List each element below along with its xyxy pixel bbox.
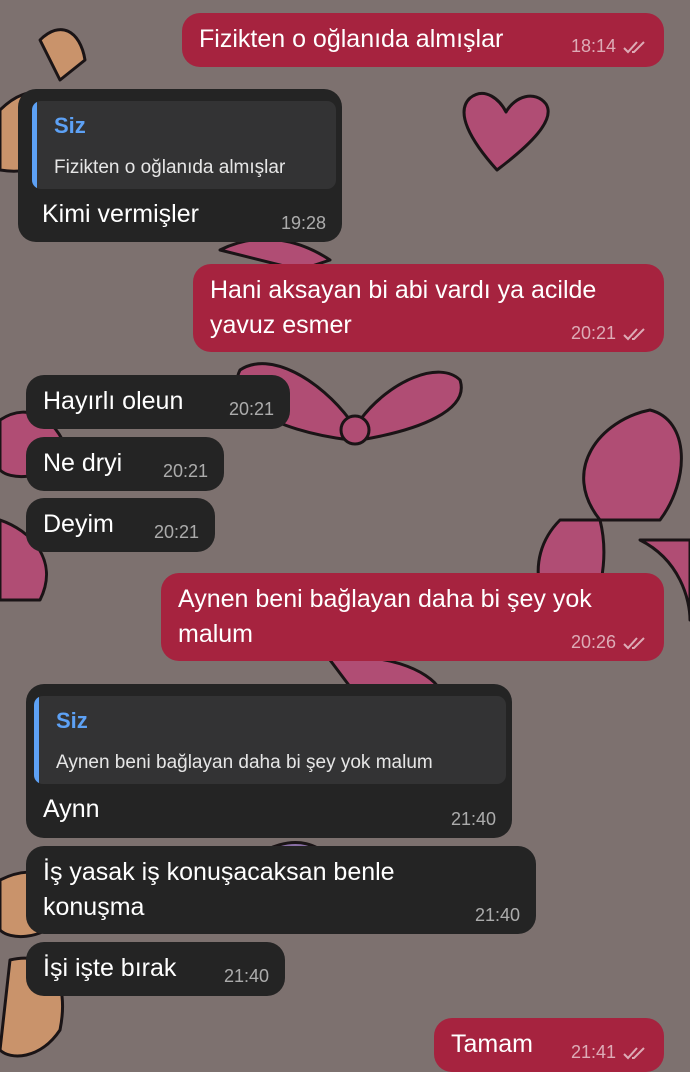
message-incoming[interactable]: Ne dryi 20:21: [26, 437, 224, 491]
reply-sender-name: Siz: [56, 708, 88, 733]
message-time: 18:14: [570, 36, 616, 56]
message-text: Hayırlı oleun: [43, 387, 184, 415]
message-meta: 20:26: [571, 632, 648, 653]
reply-text: Fizikten o oğlanıda almışlar: [54, 157, 286, 178]
message-text: İşi işte bırak: [43, 954, 177, 982]
message-incoming[interactable]: Siz Fizikten o oğlanıda almışlar Kimi ve…: [18, 89, 342, 242]
message-time: 21:40: [223, 966, 269, 986]
reply-quote[interactable]: Siz Aynen beni bağlayan daha bi şey yok …: [34, 696, 506, 784]
message-incoming[interactable]: Hayırlı oleun 20:21: [26, 375, 290, 429]
message-time: 20:21: [570, 323, 616, 343]
double-check-icon: [623, 327, 645, 340]
message-incoming[interactable]: İş yasak iş konuşacaksan benle konuşma 2…: [26, 846, 536, 934]
double-check-icon: [623, 40, 645, 53]
message-outgoing[interactable]: Aynen beni bağlayan daha bi şey yok malu…: [161, 573, 664, 661]
double-check-icon: [623, 636, 645, 649]
message-outgoing[interactable]: Fizikten o oğlanıda almışlar 18:14: [182, 13, 664, 67]
message-time: 20:21: [162, 461, 208, 481]
message-time: 21:41: [570, 1042, 616, 1062]
reply-accent-bar: [32, 101, 37, 189]
message-meta: 21:40: [475, 905, 520, 926]
message-incoming[interactable]: Siz Aynen beni bağlayan daha bi şey yok …: [26, 684, 512, 838]
message-incoming[interactable]: Deyim 20:21: [26, 498, 215, 552]
message-time: 21:40: [474, 905, 520, 925]
message-time: 20:21: [228, 399, 274, 419]
message-text: Deyim: [43, 510, 114, 538]
message-text: Kimi vermişler: [42, 200, 199, 228]
message-meta: 20:21: [229, 399, 274, 420]
message-time: 20:21: [153, 522, 199, 542]
reply-text: Aynen beni bağlayan daha bi şey yok malu…: [56, 752, 433, 773]
message-meta: 21:40: [451, 809, 496, 830]
message-meta: 20:21: [163, 461, 208, 482]
message-outgoing[interactable]: Tamam 21:41: [434, 1018, 664, 1072]
message-text-line: Aynen beni bağlayan daha bi şey yok: [178, 585, 592, 613]
message-text-line: Hani aksayan bi abi vardı ya acilde: [210, 276, 597, 304]
reply-accent-bar: [34, 696, 39, 784]
reply-quote[interactable]: Siz Fizikten o oğlanıda almışlar: [32, 101, 336, 189]
reply-sender-name: Siz: [54, 113, 86, 138]
message-meta: 18:14: [571, 36, 648, 57]
message-meta: 21:41: [571, 1042, 648, 1063]
message-meta: 20:21: [571, 323, 648, 344]
message-text: Fizikten o oğlanıda almışlar: [199, 25, 504, 53]
message-time: 21:40: [450, 809, 496, 829]
message-text-line: konuşma: [43, 893, 145, 921]
message-meta: 19:28: [281, 213, 326, 234]
message-meta: 20:21: [154, 522, 199, 543]
double-check-icon: [623, 1046, 645, 1059]
message-text: Tamam: [451, 1030, 533, 1058]
message-text: Ne dryi: [43, 449, 123, 477]
message-meta: 21:40: [224, 966, 269, 987]
message-time: 19:28: [280, 213, 326, 233]
message-text-line: İş yasak iş konuşacaksan benle: [43, 858, 395, 886]
message-time: 20:26: [570, 632, 616, 652]
message-outgoing[interactable]: Hani aksayan bi abi vardı ya acilde yavu…: [193, 264, 664, 352]
message-text: Aynn: [43, 795, 100, 823]
message-text-line: malum: [178, 620, 254, 648]
message-text-line: yavuz esmer: [210, 311, 352, 339]
message-incoming[interactable]: İşi işte bırak 21:40: [26, 942, 285, 996]
